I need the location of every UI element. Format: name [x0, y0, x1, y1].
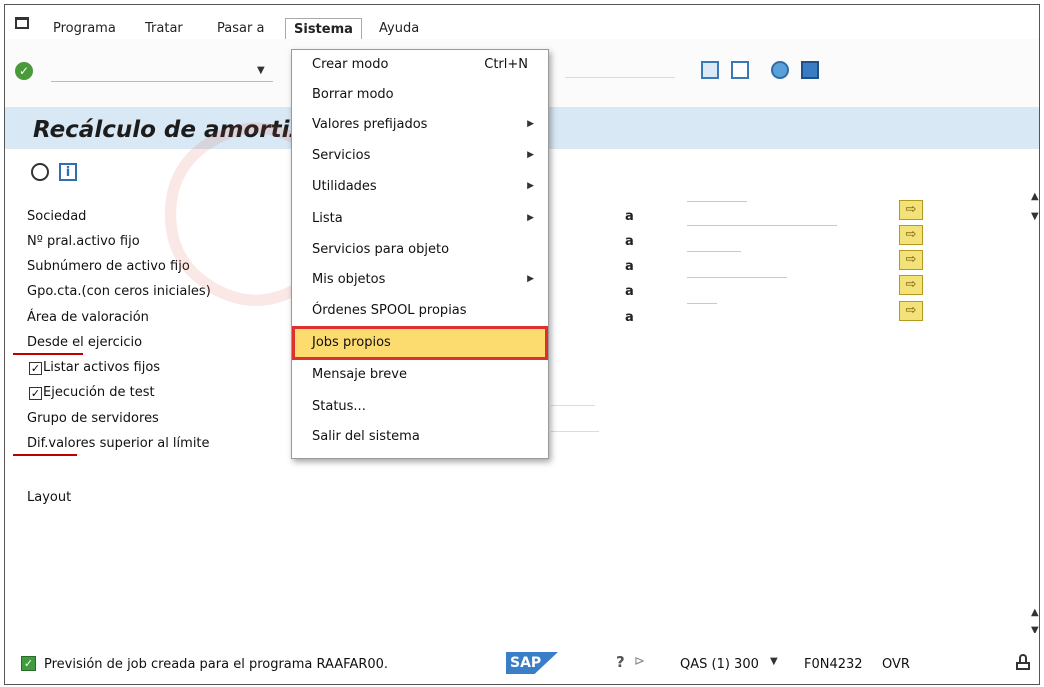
success-icon: ✓	[21, 656, 36, 671]
range-to-label: a	[625, 284, 634, 299]
range-to-input[interactable]	[687, 201, 747, 202]
info-icon[interactable]: i	[59, 163, 77, 181]
menu-sistema[interactable]: Sistema	[285, 18, 362, 40]
label-listar-activos: Listar activos fijos	[43, 360, 161, 375]
monitor-icon[interactable]	[801, 61, 819, 79]
status-message[interactable]: Previsión de job creada para el programa…	[44, 657, 388, 672]
multiple-selection-icon[interactable]: ⇨	[899, 200, 923, 220]
range-to-label: a	[625, 209, 634, 224]
multiple-selection-icon[interactable]: ⇨	[899, 250, 923, 270]
input-mode[interactable]: OVR	[882, 657, 910, 672]
menu-programa[interactable]: Programa	[53, 21, 116, 36]
menu-item-shortcut: Ctrl+N	[484, 57, 528, 72]
submenu-arrow-icon: ▶	[527, 150, 534, 160]
input-underline	[551, 431, 599, 432]
checkbox-ejecucion-test[interactable]: ✓	[29, 387, 42, 400]
scroll-up-icon[interactable]: ▲	[1031, 191, 1039, 202]
label-activo-fijo: Nº pral.activo fijo	[27, 234, 140, 249]
submenu-arrow-icon: ▶	[527, 181, 534, 191]
help-question-icon[interactable]: ?	[616, 653, 625, 671]
range-to-input[interactable]	[687, 225, 837, 226]
label-subnumero: Subnúmero de activo fijo	[27, 259, 190, 274]
menu-exit-icon[interactable]	[15, 17, 29, 29]
label-area-valoracion: Área de valoración	[27, 310, 149, 325]
sistema-dropdown-menu: Crear modo Ctrl+N Borrar modo Valores pr…	[291, 49, 549, 459]
label-desde-ejercicio: Desde el ejercicio	[27, 335, 143, 350]
checkbox-listar-activos[interactable]: ✓	[29, 362, 42, 375]
scroll-up-icon[interactable]: ▲	[1031, 607, 1039, 618]
menu-item-label: Servicios	[312, 148, 371, 163]
required-marker	[13, 454, 77, 456]
label-sociedad: Sociedad	[27, 209, 87, 224]
range-to-label: a	[625, 259, 634, 274]
range-to-label: a	[625, 310, 634, 325]
menu-item-label: Crear modo	[312, 57, 389, 72]
status-arrow-icon: ⊳	[634, 654, 645, 669]
range-to-input[interactable]	[687, 251, 741, 252]
menu-ayuda[interactable]: Ayuda	[379, 21, 419, 36]
menu-item-servicios-objeto[interactable]: Servicios para objeto	[292, 235, 548, 265]
range-to-input[interactable]	[687, 277, 787, 278]
menu-item-utilidades[interactable]: Utilidades ▶	[292, 172, 548, 202]
submenu-arrow-icon: ▶	[527, 274, 534, 284]
input-underline	[551, 405, 595, 406]
required-marker	[13, 353, 83, 355]
menu-item-status[interactable]: Status...	[292, 392, 548, 422]
label-gpo-cta: Gpo.cta.(con ceros iniciales)	[27, 284, 211, 299]
menu-item-label: Lista	[312, 211, 343, 226]
lock-icon[interactable]	[1016, 654, 1030, 670]
menu-item-crear-modo[interactable]: Crear modo Ctrl+N	[292, 50, 548, 80]
range-to-input[interactable]	[687, 303, 717, 304]
submenu-arrow-icon: ▶	[527, 119, 534, 129]
menu-item-ordenes-spool[interactable]: Órdenes SPOOL propias	[292, 296, 548, 326]
menu-item-borrar-modo[interactable]: Borrar modo	[292, 80, 548, 110]
label-dif-valores: Dif.valores superior al límite	[27, 436, 210, 451]
command-field[interactable]	[51, 65, 273, 82]
execute-clock-icon[interactable]	[31, 163, 49, 181]
menu-pasar-a[interactable]: Pasar a	[217, 21, 264, 36]
layout-icon[interactable]	[701, 61, 719, 79]
menu-item-label: Status...	[312, 399, 366, 414]
range-to-label: a	[625, 234, 634, 249]
menu-item-label: Mis objetos	[312, 272, 386, 287]
multiple-selection-icon[interactable]: ⇨	[899, 225, 923, 245]
menu-item-label: Utilidades	[312, 179, 377, 194]
label-layout: Layout	[27, 490, 72, 505]
toolbar-separator	[565, 77, 675, 78]
menu-item-valores-prefijados[interactable]: Valores prefijados ▶	[292, 110, 548, 140]
window-icon[interactable]	[731, 61, 749, 79]
menu-tratar[interactable]: Tratar	[145, 21, 183, 36]
help-icon[interactable]	[771, 61, 789, 79]
sap-window: Programa Tratar Pasar a Sistema Ayuda ✓ …	[4, 4, 1040, 685]
menu-item-label: Mensaje breve	[312, 367, 407, 382]
submenu-arrow-icon: ▶	[527, 213, 534, 223]
host-name: F0N4232	[804, 657, 863, 672]
chevron-down-icon[interactable]: ▼	[770, 656, 778, 667]
system-info: QAS (1) 300	[680, 657, 759, 672]
check-icon[interactable]: ✓	[15, 62, 33, 80]
menu-item-salir-sistema[interactable]: Salir del sistema	[292, 422, 548, 452]
menu-item-mis-objetos[interactable]: Mis objetos ▶	[292, 265, 548, 295]
menu-item-servicios[interactable]: Servicios ▶	[292, 141, 548, 171]
menu-item-label: Salir del sistema	[312, 429, 420, 444]
scroll-down-icon[interactable]: ▼	[1031, 211, 1039, 222]
menu-item-label: Órdenes SPOOL propias	[312, 303, 467, 318]
page-title: Recálculo de amortiza	[33, 117, 319, 143]
label-ejecucion-test: Ejecución de test	[43, 385, 155, 400]
label-grupo-servidores: Grupo de servidores	[27, 411, 159, 426]
menu-item-mensaje-breve[interactable]: Mensaje breve	[292, 360, 548, 390]
chevron-down-icon[interactable]: ▼	[257, 65, 265, 76]
multiple-selection-icon[interactable]: ⇨	[899, 275, 923, 295]
menu-bar: Programa Tratar Pasar a Sistema Ayuda	[5, 5, 1039, 40]
menu-item-label: Jobs propios	[312, 335, 391, 350]
menu-item-label: Servicios para objeto	[312, 242, 450, 257]
menu-item-lista[interactable]: Lista ▶	[292, 204, 548, 234]
multiple-selection-icon[interactable]: ⇨	[899, 301, 923, 321]
menu-item-label: Borrar modo	[312, 87, 394, 102]
menu-item-label: Valores prefijados	[312, 117, 428, 132]
menu-item-jobs-propios[interactable]: Jobs propios	[292, 326, 548, 360]
